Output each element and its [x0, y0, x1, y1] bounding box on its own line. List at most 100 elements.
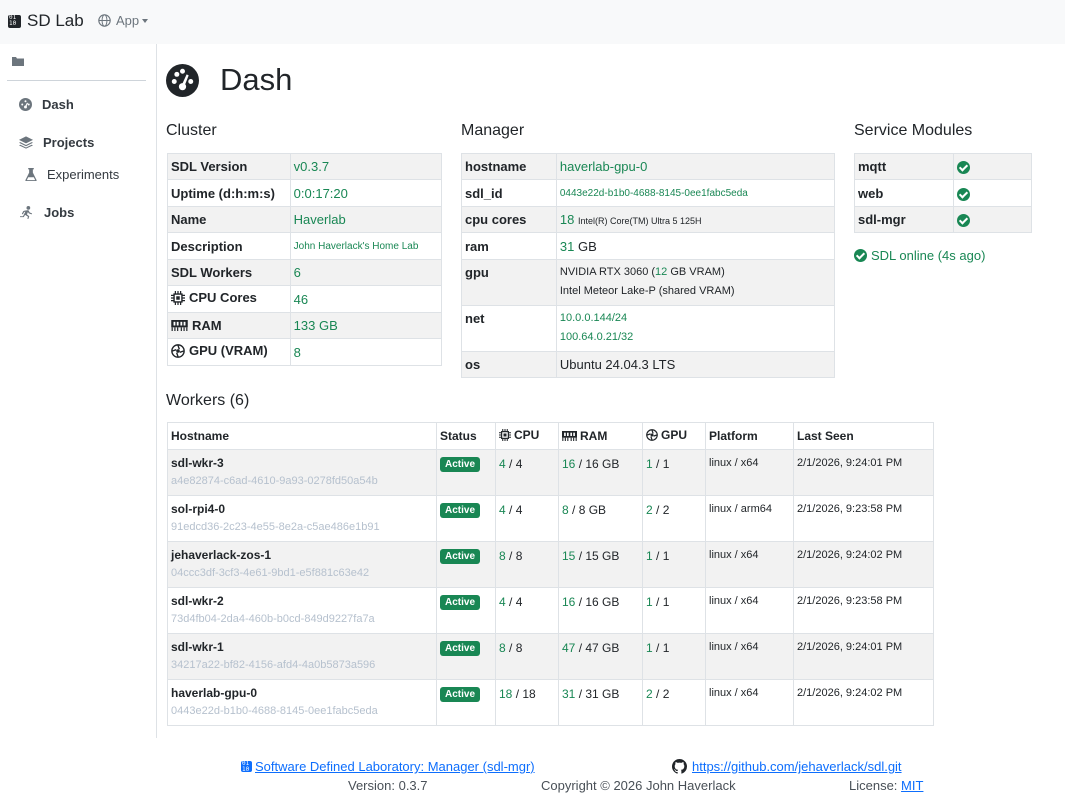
worker-id: 0443e22d-b1b0-4688-8145-0ee1fabc5eda [171, 705, 378, 717]
worker-gpu: 1 / 1 [646, 457, 670, 471]
worker-last-seen: 2/1/2026, 9:24:02 PM [797, 549, 903, 561]
worker-ram: 47 / 47 GB [562, 641, 620, 655]
column-header-gpu[interactable]: GPU [642, 422, 706, 450]
sidebar-item-experiments[interactable]: Experiments [25, 167, 119, 182]
github-repo-link[interactable]: https://github.com/jehaverlack/sdl.git [672, 759, 902, 774]
project-footer-link[interactable]: Software Defined Laboratory: Manager (sd… [241, 759, 535, 774]
service-module-name: web [853, 179, 955, 207]
cluster-key: Uptime (d:h:m:s) [167, 179, 291, 207]
worker-id: 04ccc3df-3cf3-4e61-9bd1-e5f881c63e42 [171, 567, 370, 579]
table-header-row: Hostname Status CPU RAM GPU Platform Las… [167, 422, 934, 450]
table-row: web [853, 179, 1032, 207]
sidebar-item-dash[interactable]: Dash [19, 97, 74, 112]
worker-cpu: 4 / 4 [499, 503, 523, 517]
column-header-cpu[interactable]: CPU [495, 422, 559, 450]
cluster-table: SDL Version v0.3.7 Uptime (d:h:m:s) 0:0:… [167, 153, 443, 366]
status-badge: Active [440, 549, 481, 564]
manager-key: sdl_id [461, 179, 557, 207]
table-row: CPU Cores 46 [167, 285, 443, 313]
app-menu-dropdown[interactable]: App [98, 13, 149, 28]
page-title: Dash [166, 62, 292, 98]
sdl-online-text: SDL online (4s ago) [871, 248, 986, 263]
worker-cpu: 8 / 8 [499, 549, 523, 563]
sidebar-item-label: Experiments [47, 167, 120, 182]
column-header-ram[interactable]: RAM [558, 422, 643, 450]
cluster-ram: 133 GB [289, 312, 443, 339]
worker-ram: 16 / 16 GB [562, 595, 620, 609]
worker-id: 91edcd36-2c23-4e55-8e2a-c5ae486e1b91 [171, 521, 380, 533]
table-row[interactable]: sdl-wkr-3 a4e82874-c6ad-4610-9a93-0278fd… [167, 449, 934, 496]
sidebar-item-jobs[interactable]: Jobs [19, 205, 74, 220]
worker-id: a4e82874-c6ad-4610-9a93-0278fd50a54b [171, 475, 378, 487]
manager-hostname: haverlab-gpu-0 [555, 153, 836, 180]
table-row: hostname haverlab-gpu-0 [461, 153, 836, 180]
manager-net-2: 100.64.0.21/32 [559, 331, 634, 343]
column-header-status[interactable]: Status [436, 422, 496, 450]
cluster-key: Name [167, 206, 291, 233]
cluster-sdl-version: v0.3.7 [289, 153, 443, 180]
table-row[interactable]: sol-rpi4-0 91edcd36-2c23-4e55-8e2a-c5ae4… [167, 495, 934, 542]
table-row[interactable]: sdl-wkr-1 34217a22-bf82-4156-afd4-4a0b58… [167, 633, 934, 680]
manager-sdl-id: 0443e22d-b1b0-4688-8145-0ee1fabc5eda [555, 179, 836, 207]
status-badge: Active [440, 503, 481, 518]
top-navbar: SD Lab App [0, 0, 1065, 44]
status-badge: Active [440, 641, 481, 656]
column-header-platform[interactable]: Platform [705, 422, 794, 450]
worker-ram: 31 / 31 GB [562, 687, 620, 701]
cluster-key: SDL Workers [167, 259, 291, 286]
page-title-text: Dash [220, 62, 293, 97]
sdlab-logo-icon [8, 14, 21, 28]
cluster-uptime: 0:0:17:20 [289, 179, 443, 207]
table-row: net 10.0.0.144/24 100.64.0.21/32 [461, 305, 836, 352]
service-modules-heading: Service Modules [854, 122, 973, 139]
table-row[interactable]: jehaverlack-zos-1 04ccc3df-3cf3-4e61-9bd… [167, 541, 934, 588]
cluster-workers: 6 [289, 259, 443, 286]
column-header-last-seen[interactable]: Last Seen [793, 422, 934, 450]
cluster-key: Description [167, 232, 291, 260]
worker-last-seen: 2/1/2026, 9:23:58 PM [797, 595, 903, 607]
worker-hostname: jehaverlack-zos-1 [171, 548, 272, 562]
table-row: SDL Workers 6 [167, 259, 443, 286]
sidebar-item-projects[interactable]: Projects [19, 135, 94, 150]
manager-gpu-1: NVIDIA RTX 3060 (12 GB VRAM) [559, 266, 725, 278]
cluster-cpu-label: CPU Cores [189, 290, 257, 306]
license-link[interactable]: MIT [901, 778, 923, 793]
status-badge: Active [440, 457, 481, 472]
table-row: os Ubuntu 24.04.3 LTS [461, 351, 836, 378]
worker-hostname: sdl-wkr-2 [171, 594, 224, 608]
cluster-key: RAM [171, 318, 222, 333]
worker-ram: 8 / 8 GB [562, 503, 607, 517]
cluster-key: GPU (VRAM) [171, 343, 268, 358]
worker-platform: linux / x64 [709, 549, 759, 561]
brand-link[interactable]: SD Lab [8, 11, 84, 31]
check-circle-icon [957, 214, 971, 228]
column-header-hostname[interactable]: Hostname [167, 422, 437, 450]
cpu-icon [499, 429, 511, 441]
globe-icon [98, 14, 111, 27]
manager-key: cpu cores [461, 206, 557, 233]
manager-key: gpu [461, 259, 557, 306]
table-row: Uptime (d:h:m:s) 0:0:17:20 [167, 179, 443, 207]
worker-hostname: sdl-wkr-3 [171, 456, 224, 470]
brand-name: SD Lab [27, 11, 84, 30]
workers-heading: Workers (6) [166, 392, 250, 409]
worker-gpu: 1 / 1 [646, 641, 670, 655]
manager-ram-unit: GB [577, 238, 597, 254]
worker-platform: linux / x64 [709, 687, 759, 699]
table-row: RAM 133 GB [167, 312, 443, 339]
manager-key: hostname [461, 153, 557, 180]
table-row[interactable]: haverlab-gpu-0 0443e22d-b1b0-4688-8145-0… [167, 679, 934, 726]
folder-icon[interactable] [12, 56, 24, 66]
person-running-icon [20, 206, 33, 219]
table-row[interactable]: sdl-wkr-2 73d4fb04-2da4-460b-b0cd-849d92… [167, 587, 934, 634]
sidebar-item-label: Jobs [44, 205, 75, 220]
table-row: sdl_id 0443e22d-b1b0-4688-8145-0ee1fabc5… [461, 179, 836, 207]
worker-last-seen: 2/1/2026, 9:23:58 PM [797, 503, 903, 515]
worker-gpu: 2 / 2 [646, 503, 670, 517]
cluster-name: Haverlab [289, 206, 443, 233]
sidebar-divider [7, 80, 146, 81]
cluster-gpu-label: GPU (VRAM) [189, 343, 268, 359]
sdlab-logo-icon [241, 760, 252, 773]
status-badge: Active [440, 595, 481, 610]
check-circle-icon [957, 161, 971, 175]
